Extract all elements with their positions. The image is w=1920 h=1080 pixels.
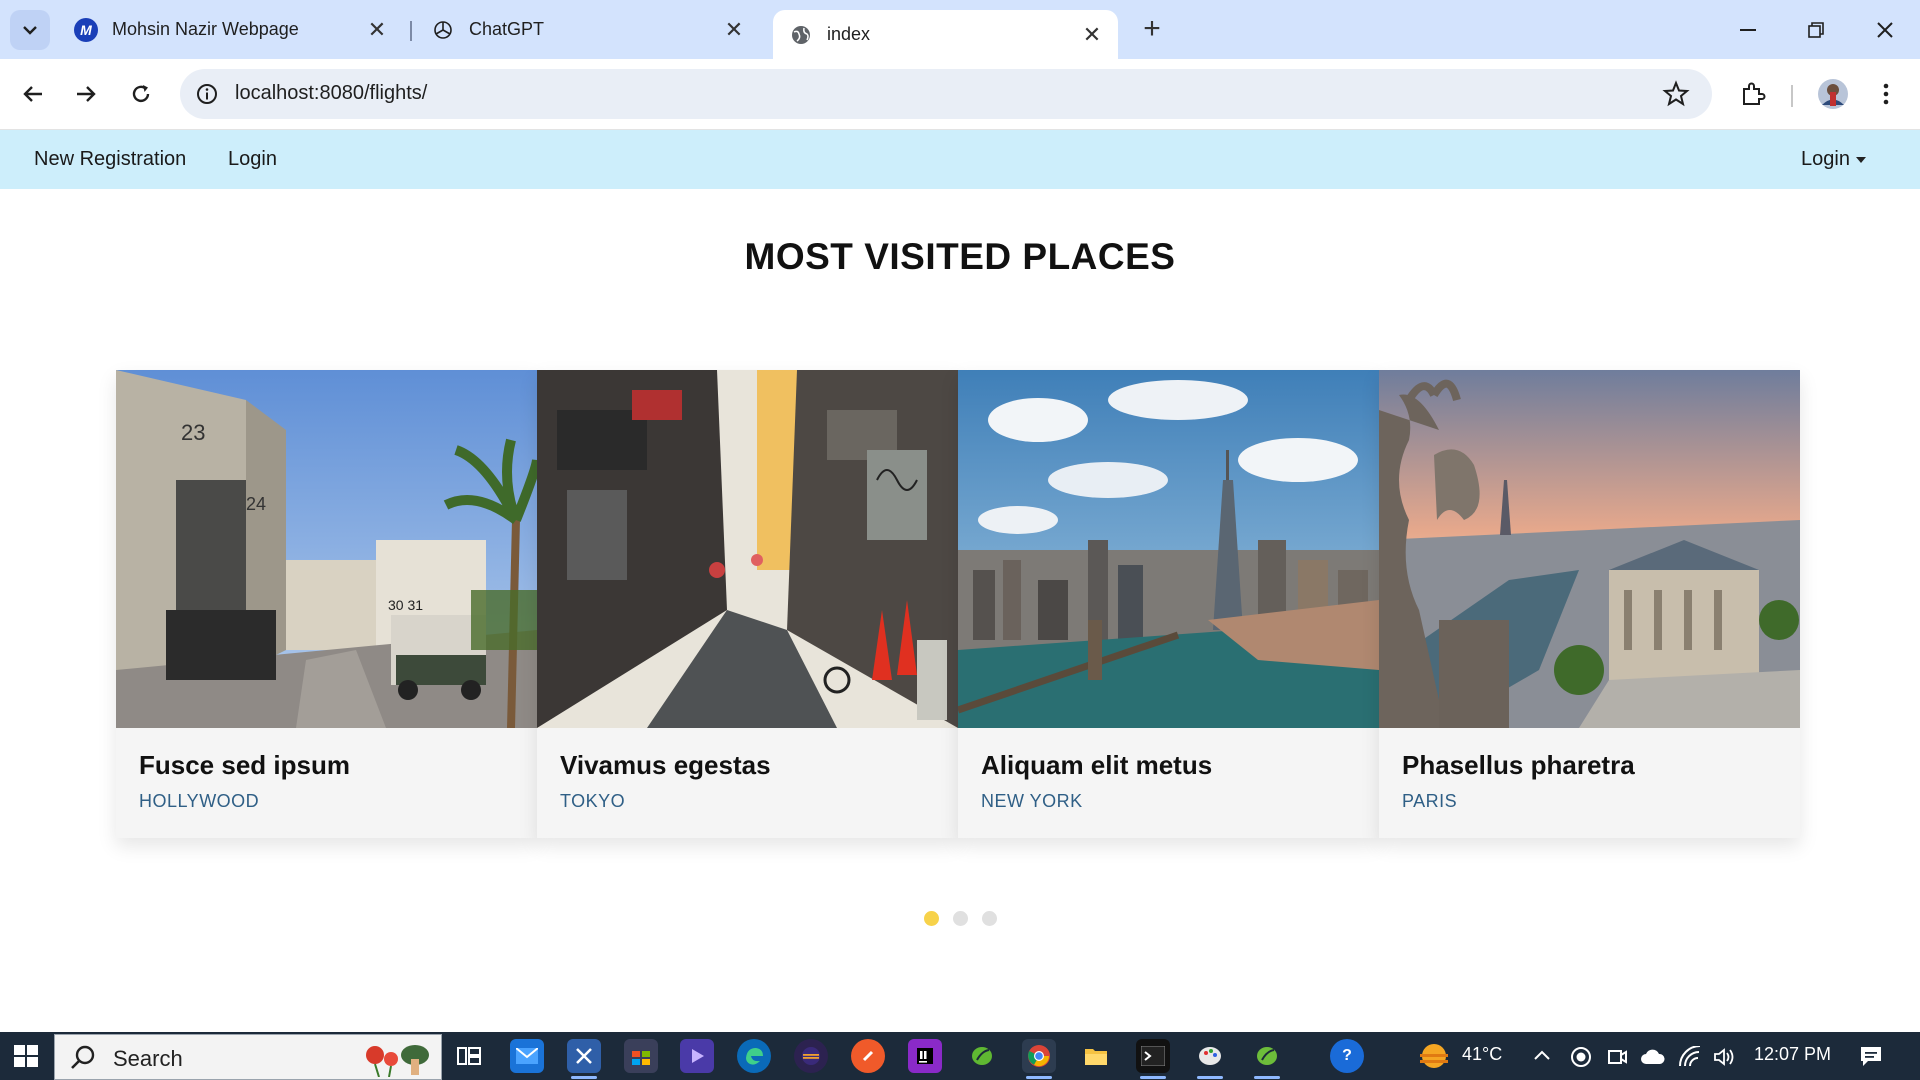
back-arrow-icon[interactable] xyxy=(13,74,53,114)
browser-toolbar: localhost:8080/flights/ xyxy=(0,59,1920,130)
reload-icon[interactable] xyxy=(121,74,161,114)
record-icon[interactable] xyxy=(1570,1046,1592,1068)
svg-text:24: 24 xyxy=(246,494,266,514)
window-close-icon[interactable] xyxy=(1855,10,1915,50)
carousel-dot-1[interactable] xyxy=(923,911,939,926)
extensions-puzzle-icon[interactable] xyxy=(1733,74,1773,114)
spring-tool-icon[interactable] xyxy=(965,1039,999,1073)
svg-text:30 31: 30 31 xyxy=(388,597,423,613)
close-icon[interactable]: ✕ xyxy=(365,17,389,42)
chatgpt-favicon-icon xyxy=(431,18,455,42)
task-view-icon[interactable] xyxy=(452,1039,486,1073)
tab-title: Mohsin Nazir Webpage xyxy=(112,19,299,39)
new-york-image xyxy=(958,370,1379,728)
profile-avatar[interactable] xyxy=(1813,74,1853,114)
toolbar-divider xyxy=(1791,85,1793,107)
svg-text:23: 23 xyxy=(181,420,205,445)
meet-camera-icon[interactable] xyxy=(1606,1046,1628,1068)
url-text[interactable]: localhost:8080/flights/ xyxy=(235,82,427,105)
caret-down-icon xyxy=(1855,156,1866,163)
search-icon xyxy=(71,1045,95,1069)
card-location: PARIS xyxy=(1402,791,1458,811)
address-bar[interactable]: localhost:8080/flights/ xyxy=(180,69,1712,119)
terminal-icon[interactable] xyxy=(1136,1039,1170,1079)
taskbar-clock[interactable]: 12:07 PM xyxy=(1754,1044,1831,1065)
places-carousel: 23 24 30 31 Fusce sed ipsum HOLLYWOOD Vi… xyxy=(116,370,1804,840)
login-dropdown-label: Login xyxy=(1801,148,1850,170)
place-card[interactable]: 23 24 30 31 Fusce sed ipsum HOLLYWOOD xyxy=(116,370,537,838)
place-card[interactable]: Vivamus egestas TOKYO xyxy=(537,370,958,838)
tokyo-image xyxy=(537,370,958,728)
snipping-tool-icon[interactable] xyxy=(567,1039,601,1079)
tab-mohsin[interactable]: M Mohsin Nazir Webpage ✕ xyxy=(58,10,403,49)
nav-link-new-registration[interactable]: New Registration xyxy=(34,148,186,171)
chevron-down-icon xyxy=(23,26,37,35)
chevron-up-icon[interactable] xyxy=(1532,1048,1552,1062)
card-title: Aliquam elit metus xyxy=(981,750,1213,780)
forward-arrow-icon[interactable] xyxy=(66,74,106,114)
taskbar-search-box[interactable]: Search xyxy=(54,1034,442,1080)
card-location: NEW YORK xyxy=(981,791,1083,811)
card-location: TOKYO xyxy=(560,791,626,811)
weather-temperature[interactable]: 41°C xyxy=(1462,1044,1502,1065)
tab-separator xyxy=(410,21,412,41)
place-card[interactable]: Aliquam elit metus NEW YORK xyxy=(958,370,1379,838)
mail-icon[interactable] xyxy=(510,1039,544,1073)
tab-title: ChatGPT xyxy=(469,19,545,39)
close-icon[interactable]: ✕ xyxy=(1080,22,1104,47)
page-title: MOST VISITED PLACES xyxy=(744,236,1176,277)
site-info-icon[interactable] xyxy=(194,81,220,107)
microsoft-store-icon[interactable] xyxy=(624,1039,658,1073)
mohsin-favicon-icon: M xyxy=(74,17,98,42)
taskbar-search-label: Search xyxy=(113,1046,183,1071)
intellij-icon[interactable] xyxy=(908,1039,942,1073)
windows-taskbar: Search ? 41°C 12:07 PM xyxy=(0,1032,1920,1080)
onedrive-cloud-icon[interactable] xyxy=(1640,1048,1666,1066)
hollywood-image: 23 24 30 31 xyxy=(116,370,537,728)
carousel-pagination xyxy=(0,911,1920,926)
globe-icon xyxy=(789,23,813,47)
flower-decoration-icon xyxy=(366,1045,429,1077)
bookmark-star-icon[interactable] xyxy=(1662,80,1690,108)
media-player-icon[interactable] xyxy=(680,1039,714,1073)
carousel-dot-3[interactable] xyxy=(981,911,997,926)
minimize-icon[interactable] xyxy=(1718,10,1778,50)
card-title: Fusce sed ipsum xyxy=(139,750,350,780)
kebab-menu-icon[interactable] xyxy=(1866,74,1906,114)
nav-link-login[interactable]: Login xyxy=(228,148,277,171)
chrome-icon[interactable] xyxy=(1022,1039,1056,1079)
help-icon[interactable]: ? xyxy=(1330,1039,1364,1073)
eclipse-icon[interactable] xyxy=(794,1039,828,1073)
file-explorer-icon[interactable] xyxy=(1079,1039,1113,1073)
tab-chatgpt[interactable]: ChatGPT ✕ xyxy=(415,10,760,49)
tab-index[interactable]: index ✕ xyxy=(773,10,1118,59)
weather-sun-icon xyxy=(1420,1044,1448,1068)
edge-browser-icon[interactable] xyxy=(737,1039,771,1073)
volume-icon[interactable] xyxy=(1712,1046,1736,1068)
card-title: Phasellus pharetra xyxy=(1402,750,1635,780)
close-icon[interactable]: ✕ xyxy=(722,17,746,42)
carousel-dot-2[interactable] xyxy=(952,911,968,926)
paris-image xyxy=(1379,370,1800,728)
postman-icon[interactable] xyxy=(851,1039,885,1073)
windows-start-icon[interactable] xyxy=(8,1040,44,1072)
wifi-icon[interactable] xyxy=(1678,1046,1702,1068)
paint-icon[interactable] xyxy=(1193,1039,1227,1079)
login-dropdown[interactable]: Login xyxy=(1801,148,1866,171)
tab-title: index xyxy=(827,24,871,44)
browser-tab-strip: M Mohsin Nazir Webpage ✕ ChatGPT ✕ index… xyxy=(0,0,1920,59)
notifications-icon[interactable] xyxy=(1858,1044,1884,1068)
spring-boot-icon[interactable] xyxy=(1250,1039,1284,1079)
tab-search-button[interactable] xyxy=(10,10,50,50)
card-title: Vivamus egestas xyxy=(560,750,771,780)
card-location: HOLLYWOOD xyxy=(139,791,260,811)
restore-icon[interactable] xyxy=(1786,10,1846,50)
site-navbar: New Registration Login Login xyxy=(0,130,1920,189)
new-tab-plus-icon[interactable]: + xyxy=(1137,12,1167,45)
place-card[interactable]: Phasellus pharetra PARIS xyxy=(1379,370,1800,838)
